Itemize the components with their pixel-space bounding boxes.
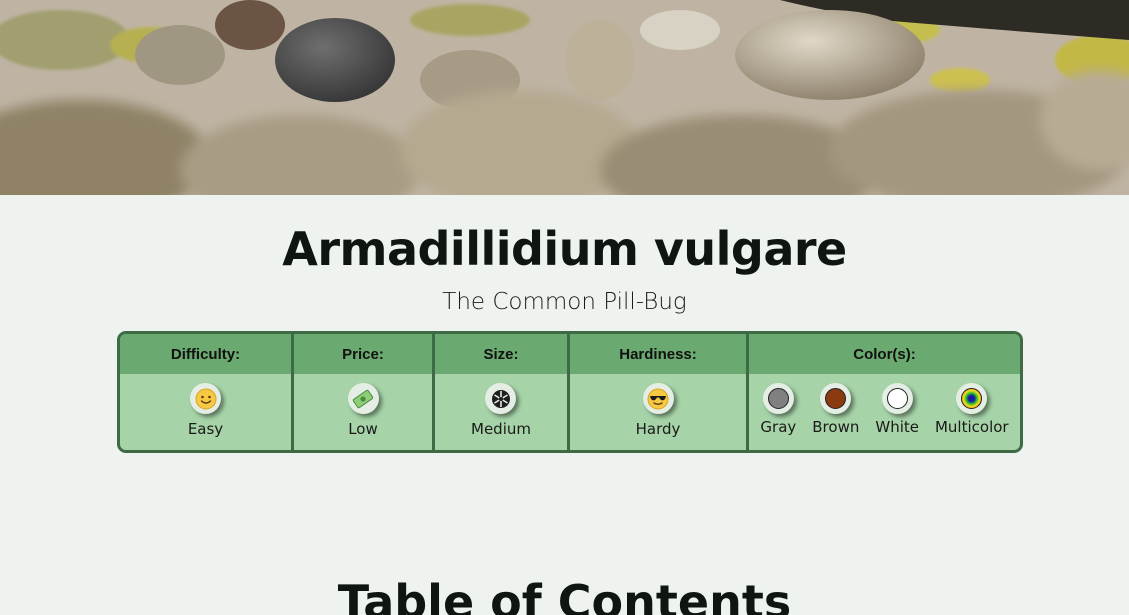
size-column: Size: Medium — [435, 334, 570, 450]
page-subtitle: The Common Pill-Bug — [442, 289, 687, 315]
size-header: Size: — [435, 334, 567, 374]
multicolor-swatch-icon — [956, 383, 988, 414]
color-item-multicolor: Multicolor — [935, 383, 1009, 436]
difficulty-label: Easy — [187, 420, 224, 438]
color-label: Multicolor — [934, 418, 1009, 436]
page-title: Armadillidium vulgare — [282, 222, 847, 276]
hardiness-column: Hardiness: Hardy — [570, 334, 749, 450]
hardiness-header: Hardiness: — [570, 334, 746, 374]
hardiness-label: Hardy — [635, 420, 681, 438]
difficulty-header: Difficulty: — [120, 334, 291, 374]
hero-image — [0, 0, 1129, 195]
difficulty-item: Easy — [188, 383, 223, 438]
color-item-white: White — [875, 383, 919, 436]
hardiness-item: Hardy — [635, 383, 681, 438]
sunglasses-face-icon — [642, 383, 674, 414]
color-item-gray: Gray — [760, 383, 796, 436]
smiley-face-icon — [190, 383, 221, 414]
color-item-brown: Brown — [812, 383, 859, 436]
size-item: Medium — [471, 383, 531, 438]
price-item: Low — [347, 383, 379, 438]
care-stats-table: Difficulty: Easy Price: Low Size: Medium… — [117, 331, 1023, 453]
price-header: Price: — [294, 334, 432, 374]
color-label: White — [875, 418, 919, 436]
money-icon — [347, 383, 379, 414]
toc-title: Table of Contents — [337, 575, 792, 615]
price-column: Price: Low — [294, 334, 435, 450]
size-medium-icon — [485, 383, 517, 414]
colors-column: Color(s): Gray Brown White Multicolor — [749, 334, 1020, 450]
brown-swatch-icon — [820, 383, 852, 414]
color-label: Gray — [760, 418, 797, 436]
colors-header: Color(s): — [749, 334, 1020, 374]
color-label: Brown — [812, 418, 860, 436]
white-swatch-icon — [881, 383, 913, 414]
gray-swatch-icon — [762, 383, 794, 414]
price-label: Low — [348, 420, 378, 438]
difficulty-column: Difficulty: Easy — [120, 334, 294, 450]
size-label: Medium — [471, 420, 531, 438]
